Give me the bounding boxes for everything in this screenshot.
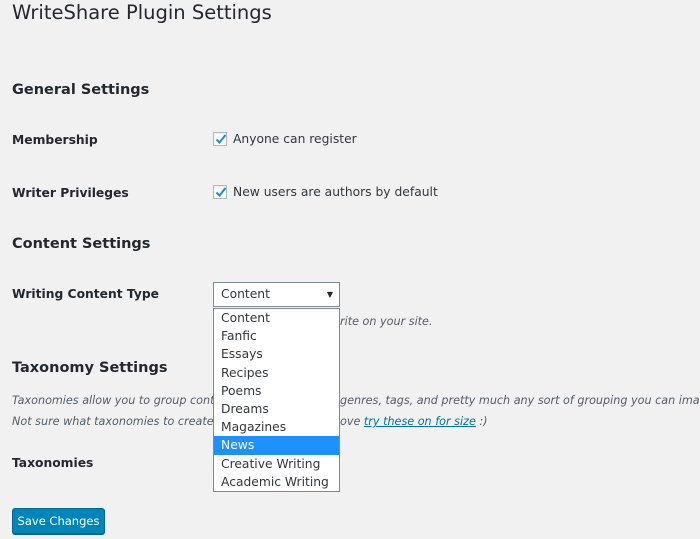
content-settings-heading: Content Settings bbox=[12, 236, 151, 252]
membership-checkbox-label[interactable]: Anyone can register bbox=[233, 132, 357, 146]
dropdown-option[interactable]: Essays bbox=[214, 345, 339, 363]
writer-privileges-option[interactable]: New users are authors by default bbox=[213, 185, 438, 199]
dropdown-option[interactable]: Creative Writing bbox=[214, 455, 339, 473]
settings-page: WriteShare Plugin Settings General Setti… bbox=[0, 0, 700, 539]
writer-privileges-checkbox-label[interactable]: New users are authors by default bbox=[233, 185, 438, 199]
membership-option[interactable]: Anyone can register bbox=[213, 132, 357, 146]
dropdown-option[interactable]: Recipes bbox=[214, 364, 339, 382]
writing-content-type-select[interactable]: Content ▼ bbox=[213, 282, 340, 307]
content-type-dropdown-list: Content Fanfic Essays Recipes Poems Dreams Mag… bbox=[213, 308, 340, 492]
taxonomy-settings-heading: Taxonomy Settings bbox=[12, 360, 168, 376]
try-these-link[interactable]: try these on for size bbox=[364, 415, 476, 428]
taxonomy-description-line2-end: ove try these on for size :) bbox=[340, 415, 488, 428]
dropdown-option[interactable]: Dreams bbox=[214, 400, 339, 418]
membership-label: Membership bbox=[12, 133, 98, 147]
taxonomy-description-smiley: :) bbox=[479, 415, 488, 428]
dropdown-option[interactable]: Poems bbox=[214, 382, 339, 400]
checkmark-icon bbox=[215, 187, 227, 197]
taxonomy-description-line1-end: genres, tags, and pretty much any sort o… bbox=[340, 394, 700, 407]
dropdown-option[interactable]: Academic Writing bbox=[214, 473, 339, 491]
page-title: WriteShare Plugin Settings bbox=[12, 1, 272, 24]
writer-privileges-label: Writer Privileges bbox=[12, 186, 129, 200]
dropdown-option[interactable]: Magazines bbox=[214, 418, 339, 436]
select-current-value: Content bbox=[221, 287, 270, 301]
taxonomies-label: Taxonomies bbox=[12, 456, 94, 470]
dropdown-option[interactable]: Fanfic bbox=[214, 327, 339, 345]
checkmark-icon bbox=[215, 134, 227, 144]
dropdown-option[interactable]: News bbox=[214, 436, 339, 455]
content-type-description: rite on your site. bbox=[340, 315, 433, 328]
writer-privileges-checkbox[interactable] bbox=[213, 185, 227, 199]
general-settings-heading: General Settings bbox=[12, 82, 150, 98]
dropdown-option[interactable]: Content bbox=[214, 309, 339, 327]
taxonomy-description-line2-start: Not sure what taxonomies to create? Bo bbox=[12, 415, 238, 428]
taxonomy-description-line1-start: Taxonomies allow you to group content bbox=[12, 394, 233, 407]
writing-content-type-label: Writing Content Type bbox=[12, 287, 160, 301]
taxonomy-description-mid: ove bbox=[340, 415, 361, 428]
dropdown-arrow-icon: ▼ bbox=[326, 290, 333, 299]
membership-checkbox[interactable] bbox=[213, 132, 227, 146]
save-changes-button[interactable]: Save Changes bbox=[12, 508, 105, 534]
